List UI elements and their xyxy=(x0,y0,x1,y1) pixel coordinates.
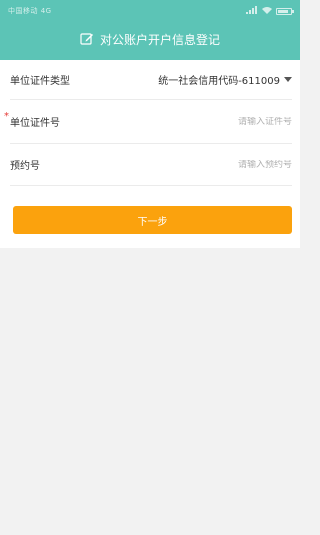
next-button[interactable]: 下一步 xyxy=(13,206,292,234)
battery-icon xyxy=(276,7,294,15)
carrier-text: 中国移动 4G xyxy=(8,7,52,15)
reservation-no-label: 预约号 xyxy=(10,161,40,172)
status-icons xyxy=(246,6,294,16)
reservation-no-input[interactable] xyxy=(172,159,292,170)
cert-no-row: * 单位证件号 xyxy=(4,100,292,144)
cert-type-label: 单位证件类型 xyxy=(10,76,70,87)
wifi-icon xyxy=(262,6,272,16)
header: 中国移动 4G 对公账户开户信息登记 xyxy=(0,0,300,60)
cert-type-value: 统一社会信用代码-611009 xyxy=(158,76,280,87)
title-bar: 对公账户开户信息登记 xyxy=(0,18,300,60)
app-screen: 中国移动 4G 对公账户开户信息登记 单位证件类型 统一社会信用代码-61100… xyxy=(0,0,300,535)
cert-type-select[interactable]: 统一社会信用代码-611009 xyxy=(158,72,292,87)
page-title: 对公账户开户信息登记 xyxy=(99,32,220,47)
empty-background xyxy=(0,248,300,535)
signal-icon xyxy=(246,6,258,16)
cert-no-input[interactable] xyxy=(172,116,292,127)
cert-no-label: 单位证件号 xyxy=(10,118,60,129)
required-mark: * xyxy=(4,111,9,122)
status-bar: 中国移动 4G xyxy=(0,0,300,18)
chevron-down-icon xyxy=(284,77,292,82)
edit-icon xyxy=(80,32,94,46)
reservation-no-row: 预约号 xyxy=(10,144,292,186)
cert-type-row[interactable]: 单位证件类型 统一社会信用代码-611009 xyxy=(10,60,292,100)
cert-no-label-wrap: * 单位证件号 xyxy=(4,111,60,129)
